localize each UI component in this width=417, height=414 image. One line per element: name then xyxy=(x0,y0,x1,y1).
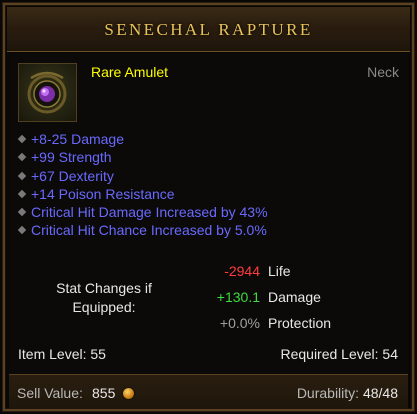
stat-changes-label: Stat Changes if Equipped: xyxy=(56,280,152,315)
bullet-icon xyxy=(17,207,27,217)
stat-change-protection: +0.0% Protection xyxy=(219,315,332,331)
item-level: Item Level: 55 xyxy=(18,346,106,362)
item-title: SENECHAL RAPTURE xyxy=(104,20,313,39)
affix-item: +99 Strength xyxy=(17,148,268,166)
affix-item: Critical Hit Chance Increased by 5.0% xyxy=(17,221,268,239)
item-slot: Neck xyxy=(367,64,399,80)
durability: Durability: 48/48 xyxy=(296,385,398,401)
affix-item: Critical Hit Damage Increased by 43% xyxy=(17,203,268,221)
bullet-icon xyxy=(17,189,27,199)
sell-value: 855 xyxy=(92,385,116,401)
item-tooltip: SENECHAL RAPTURE Rare Amulet Neck +8-25 … xyxy=(0,0,417,414)
bullet-icon xyxy=(17,171,27,180)
stat-change-damage: +130.1 Damage xyxy=(216,289,321,305)
affix-item: +14 Poison Resistance xyxy=(17,185,268,203)
affix-list: +8-25 Damage +99 Strength +67 Dexterity … xyxy=(17,130,268,240)
bullet-icon xyxy=(17,226,27,235)
amulet-icon xyxy=(18,63,77,122)
stat-change-life: -2944 Life xyxy=(224,263,291,279)
bullet-icon xyxy=(17,134,27,144)
sell-value-label: Sell Value: xyxy=(17,385,83,401)
affix-item: +8-25 Damage xyxy=(17,130,268,148)
required-level: Required Level: 54 xyxy=(280,346,398,362)
bullet-icon xyxy=(17,153,27,162)
gold-coin-icon xyxy=(123,388,134,399)
affix-item: +67 Dexterity xyxy=(17,167,268,185)
item-type: Rare Amulet xyxy=(91,64,169,80)
tooltip-footer: Sell Value: 855 Durability: 48/48 xyxy=(9,374,408,409)
title-bar: SENECHAL RAPTURE xyxy=(7,7,410,52)
